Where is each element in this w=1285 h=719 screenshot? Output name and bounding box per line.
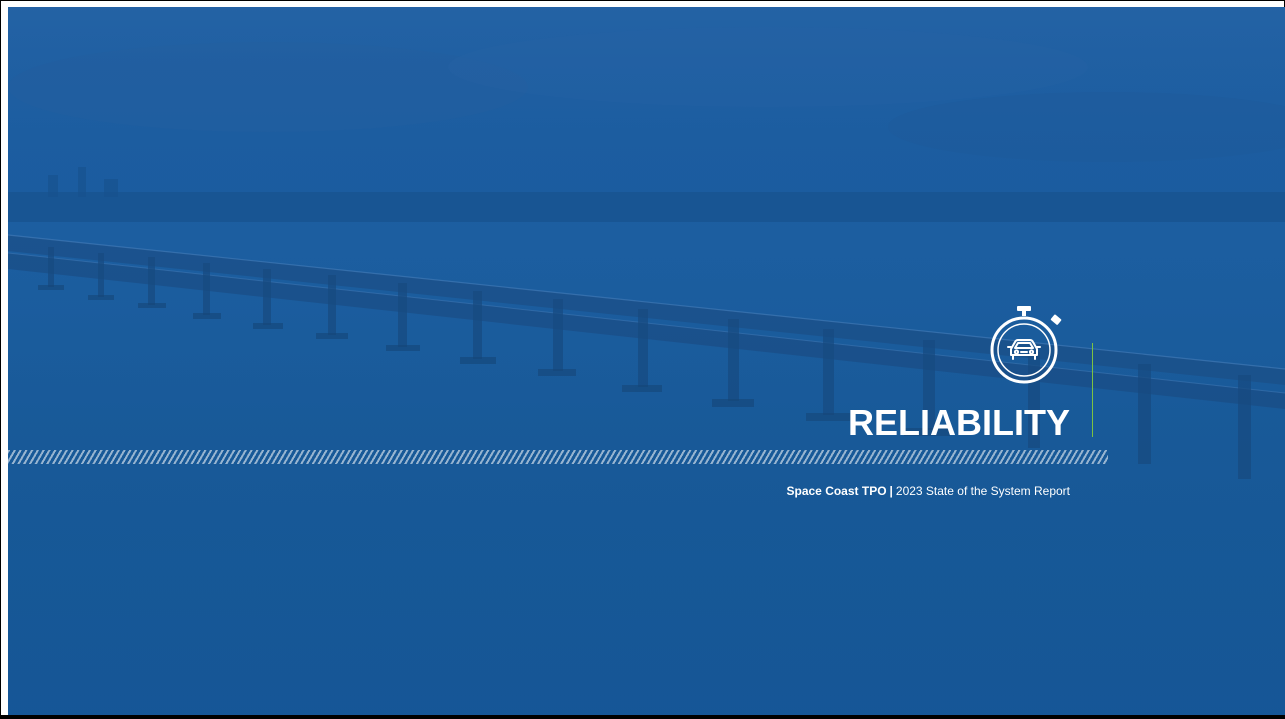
footer-separator: | [889, 484, 893, 498]
title-slide: RELIABILITY Space Coast TPO | 2023 State o… [8, 7, 1285, 715]
stopwatch-car-icon [990, 306, 1062, 384]
organization-name: Space Coast TPO [786, 484, 887, 498]
report-title: 2023 State of the System Report [895, 484, 1070, 498]
accent-divider [1092, 343, 1093, 437]
bridge-background-image [8, 7, 1285, 715]
decorative-stripe-band [8, 450, 1108, 464]
report-footer: Space Coast TPO | 2023 State of the System… [708, 483, 1071, 499]
section-title: RELIABILITY [848, 402, 1070, 443]
